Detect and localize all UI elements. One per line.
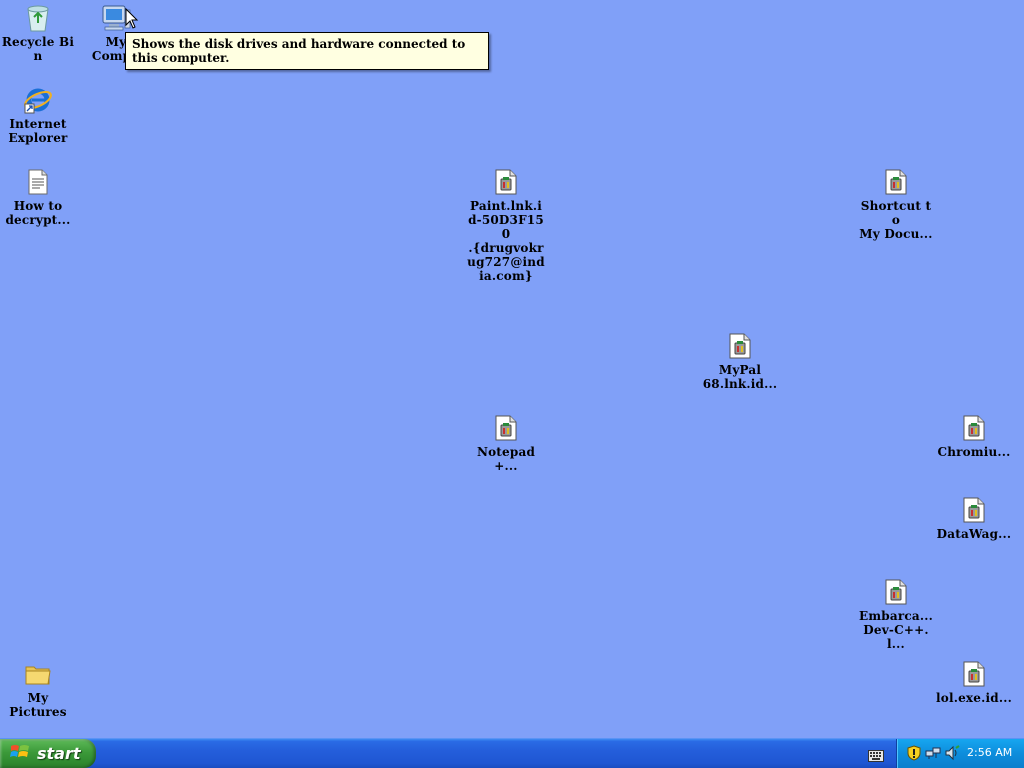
desktop-icon-label: Shortcut to My Docu... [859, 199, 933, 241]
desktop: Recycle Bin My Compu Internet Explorer H… [0, 0, 1024, 738]
desktop-icon-shortcut-my-documents[interactable]: Shortcut to My Docu... [857, 166, 935, 241]
start-button[interactable]: start [0, 739, 96, 768]
desktop-icon-how-to-decrypt[interactable]: How to decrypt... [0, 166, 77, 227]
encrypted-file-icon [880, 166, 912, 198]
recycle-bin-icon [22, 2, 54, 34]
desktop-icon-mypal[interactable]: MyPal 68.lnk.id... [701, 330, 779, 391]
system-tray: 2:56 AM [896, 739, 1024, 768]
desktop-icon-label: DataWag... [936, 527, 1012, 541]
desktop-icon-label: Paint.lnk.i d-50D3F150 .{drugvokr ug727@… [467, 199, 545, 283]
encrypted-file-icon [958, 494, 990, 526]
desktop-icon-embarcadero-dev-cpp[interactable]: Embarca... Dev-C++.l... [857, 576, 935, 651]
text-document-icon [22, 166, 54, 198]
encrypted-file-icon [958, 658, 990, 690]
desktop-icon-notepad[interactable]: Notepad+... [467, 412, 545, 473]
internet-explorer-icon [22, 84, 54, 116]
network-icon[interactable] [925, 745, 941, 761]
encrypted-file-icon [490, 166, 522, 198]
start-label: start [37, 744, 81, 763]
encrypted-file-icon [724, 330, 756, 362]
keyboard-language-icon[interactable] [868, 747, 884, 762]
taskbar: start 2:56 AM [0, 738, 1024, 768]
desktop-icon-label: Notepad+... [476, 445, 536, 473]
security-shield-icon[interactable] [906, 745, 922, 761]
desktop-icon-my-pictures[interactable]: My Pictures [0, 658, 77, 719]
desktop-icon-lol-exe[interactable]: lol.exe.id... [935, 658, 1013, 705]
desktop-icon-label: My Pictures [9, 691, 67, 719]
windows-logo-icon [10, 743, 30, 765]
encrypted-file-icon [880, 576, 912, 608]
clock[interactable]: 2:56 AM [967, 746, 1012, 759]
desktop-icon-label: Recycle Bin [1, 35, 75, 63]
desktop-icon-paint-lnk[interactable]: Paint.lnk.i d-50D3F150 .{drugvokr ug727@… [467, 166, 545, 283]
folder-icon [22, 658, 54, 690]
desktop-icon-label: How to decrypt... [5, 199, 71, 227]
volume-icon[interactable] [944, 745, 960, 761]
desktop-icon-datawag[interactable]: DataWag... [935, 494, 1013, 541]
desktop-icon-label: lol.exe.id... [936, 691, 1012, 705]
desktop-icon-label: MyPal 68.lnk.id... [702, 363, 778, 391]
desktop-icon-label: Embarca... Dev-C++.l... [859, 609, 933, 651]
encrypted-file-icon [958, 412, 990, 444]
desktop-icon-label: Chromiu... [937, 445, 1011, 459]
tooltip: Shows the disk drives and hardware conne… [125, 32, 489, 70]
mouse-cursor-icon [125, 7, 139, 34]
desktop-icon-label: Internet Explorer [8, 117, 68, 145]
desktop-icon-chromium[interactable]: Chromiu... [935, 412, 1013, 459]
encrypted-file-icon [490, 412, 522, 444]
desktop-icon-internet-explorer[interactable]: Internet Explorer [0, 84, 77, 145]
desktop-icon-recycle-bin[interactable]: Recycle Bin [0, 2, 77, 63]
